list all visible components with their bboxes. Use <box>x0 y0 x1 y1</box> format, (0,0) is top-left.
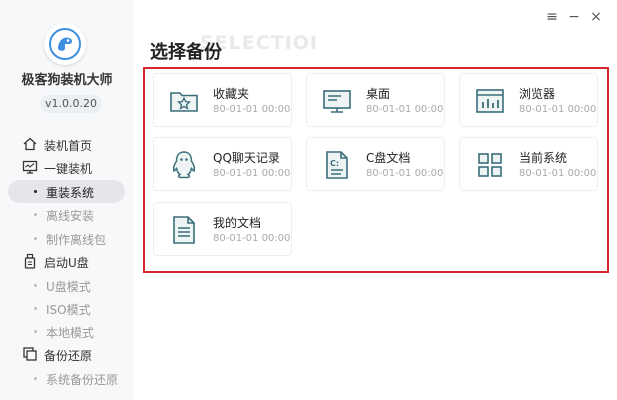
dog-logo-icon <box>49 28 81 60</box>
sidebar-item-label: 重装系统 <box>46 186 95 200</box>
sidebar-item-iso-mode[interactable]: ISO模式 <box>0 297 134 320</box>
sidebar-item-label: U盘模式 <box>46 280 91 294</box>
backup-item-name: 我的文档 <box>213 216 262 230</box>
backup-item-name: 收藏夹 <box>213 87 250 101</box>
backup-item-name: C盘文档 <box>366 151 411 165</box>
sidebar-item-label: 一键装机 <box>44 162 93 176</box>
backup-item-my-documents[interactable]: 我的文档 80-01-01 00:00 <box>153 202 292 256</box>
backup-item-name: QQ聊天记录 <box>213 151 280 165</box>
backup-item-name: 桌面 <box>366 87 391 101</box>
sidebar-item-offline-install[interactable]: 离线安装 <box>0 203 134 226</box>
sidebar-item-label: 本地模式 <box>46 326 95 340</box>
page-title: 选择备份 <box>150 42 222 63</box>
document-icon <box>173 216 195 244</box>
backup-item-browser[interactable]: 浏览器 80-01-01 00:00 <box>459 73 598 127</box>
bullet-icon <box>34 330 37 333</box>
sidebar-item-label: 系统备份还原 <box>46 373 119 387</box>
minimize-button[interactable]: − <box>566 9 582 25</box>
backup-item-date: 80-01-01 00:00 <box>519 104 597 115</box>
sidebar-item-backup-restore[interactable]: 备份还原 <box>0 343 134 366</box>
bullet-icon <box>34 377 37 380</box>
monitor-icon <box>22 160 38 174</box>
sidebar-item-local-mode[interactable]: 本地模式 <box>0 320 134 343</box>
bullet-icon <box>34 284 37 287</box>
bullet-icon <box>34 190 37 193</box>
bullet-icon <box>34 307 37 310</box>
browser-icon <box>476 89 504 113</box>
sidebar-item-label: 装机首页 <box>44 139 93 153</box>
backup-item-date: 80-01-01 00:00 <box>213 168 291 179</box>
sidebar-item-reinstall-system[interactable]: 重装系统 <box>8 180 125 203</box>
backup-item-name: 当前系统 <box>519 151 568 165</box>
favorites-folder-icon <box>170 92 198 112</box>
backup-item-date: 80-01-01 00:00 <box>213 233 291 244</box>
backup-item-name: 浏览器 <box>519 87 556 101</box>
sidebar-item-make-offline-package[interactable]: 制作离线包 <box>0 227 134 250</box>
sidebar-item-label: 离线安装 <box>46 209 95 223</box>
version-badge: v1.0.0.20 <box>40 95 102 113</box>
usb-icon <box>24 253 36 269</box>
sidebar-item-label: 备份还原 <box>44 349 93 363</box>
bullet-icon <box>34 237 37 240</box>
backup-item-date: 80-01-01 00:00 <box>519 168 597 179</box>
menu-button[interactable]: ≡ <box>544 9 560 25</box>
backup-item-qq-chat[interactable]: QQ聊天记录 80-01-01 00:00 <box>153 137 292 191</box>
home-icon <box>23 137 37 151</box>
sidebar-item-system-backup-restore[interactable]: 系统备份还原 <box>0 367 134 390</box>
system-grid-icon <box>478 153 502 177</box>
backup-item-date: 80-01-01 00:00 <box>366 104 444 115</box>
app-name: 极客狗装机大师 <box>21 73 113 88</box>
sidebar-item-label: 制作离线包 <box>46 233 107 247</box>
backup-item-desktop[interactable]: 桌面 80-01-01 00:00 <box>306 73 445 127</box>
sidebar-item-one-click-install[interactable]: 一键装机 <box>0 156 134 179</box>
qq-penguin-icon <box>172 151 196 179</box>
sidebar-item-boot-usb[interactable]: 启动U盘 <box>0 250 134 273</box>
app-logo <box>44 23 86 65</box>
sidebar-item-home[interactable]: 装机首页 <box>0 133 134 156</box>
svg-text:C:: C: <box>330 159 339 168</box>
backup-item-date: 80-01-01 00:00 <box>366 168 444 179</box>
sidebar: 极客狗装机大师 v1.0.0.20 装机首页 一键装机 重装系统 离线安装 制作… <box>0 0 134 400</box>
close-button[interactable]: × <box>588 9 604 25</box>
backup-item-favorites[interactable]: 收藏夹 80-01-01 00:00 <box>153 73 292 127</box>
sidebar-item-usb-mode[interactable]: U盘模式 <box>0 274 134 297</box>
bullet-icon <box>34 213 37 216</box>
desktop-icon <box>323 90 351 113</box>
backup-icon <box>23 347 37 361</box>
backup-item-current-system[interactable]: 当前系统 80-01-01 00:00 <box>459 137 598 191</box>
backup-item-date: 80-01-01 00:00 <box>213 104 291 115</box>
sidebar-item-label: 启动U盘 <box>44 256 89 270</box>
sidebar-item-label: ISO模式 <box>46 303 91 317</box>
c-drive-document-icon: C: <box>326 151 348 179</box>
backup-item-c-drive-documents[interactable]: C: C盘文档 80-01-01 00:00 <box>306 137 445 191</box>
